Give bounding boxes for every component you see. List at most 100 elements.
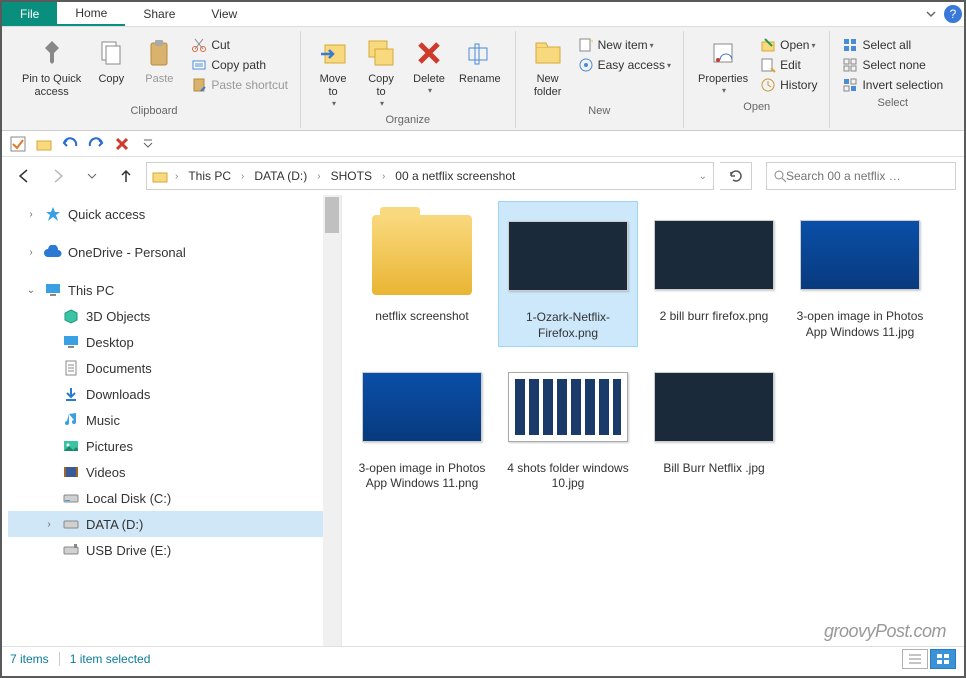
easy-access-button[interactable]: Easy access▾ — [574, 55, 675, 75]
tab-view[interactable]: View — [193, 2, 255, 26]
paste-button[interactable]: Paste — [135, 31, 183, 90]
new-item-icon — [578, 37, 594, 53]
copy-path-icon — [191, 57, 207, 73]
select-all-button[interactable]: Select all — [838, 35, 947, 55]
thumbnail — [503, 206, 633, 306]
delete-button[interactable]: Delete▾ — [405, 31, 453, 99]
file-item[interactable]: 3-open image in Photos App Windows 11.jp… — [790, 201, 930, 346]
qat-undo-icon[interactable] — [60, 134, 80, 154]
invert-selection-button[interactable]: Invert selection — [838, 75, 947, 95]
tree-onedrive[interactable]: ›OneDrive - Personal — [8, 239, 341, 265]
nav-forward-button[interactable] — [44, 162, 72, 190]
file-item[interactable]: 2 bill burr firefox.png — [644, 201, 784, 346]
sidebar-scrollbar[interactable] — [323, 195, 341, 646]
tree-item[interactable]: 3D Objects — [8, 303, 341, 329]
pc-icon — [44, 281, 62, 299]
edit-icon — [760, 57, 776, 73]
file-item[interactable]: 1-Ozark-Netflix-Firefox.png — [498, 201, 638, 346]
tree-item[interactable]: ›DATA (D:) — [8, 511, 341, 537]
new-item-button[interactable]: New item▾ — [574, 35, 675, 55]
tree-item[interactable]: Desktop — [8, 329, 341, 355]
cut-button[interactable]: Cut — [187, 35, 292, 55]
tree-item[interactable]: Pictures — [8, 433, 341, 459]
history-button[interactable]: History — [756, 75, 821, 95]
copy-button[interactable]: Copy — [87, 31, 135, 90]
nav-recent-dropdown[interactable] — [78, 162, 106, 190]
thumbnail — [649, 357, 779, 457]
open-button[interactable]: Open▾ — [756, 35, 821, 55]
file-name-label: 2 bill burr firefox.png — [660, 309, 769, 325]
tree-item-label: Videos — [86, 465, 126, 480]
move-to-button[interactable]: Move to▾ — [309, 31, 357, 112]
select-none-button[interactable]: Select none — [838, 55, 947, 75]
breadcrumb-dropdown-icon[interactable]: ⌄ — [697, 171, 709, 182]
tree-item[interactable]: Local Disk (C:) — [8, 485, 341, 511]
bc-shots[interactable]: SHOTS — [327, 169, 376, 183]
view-details-icon[interactable] — [902, 649, 928, 669]
open-label: Open — [780, 38, 809, 52]
search-box[interactable] — [766, 162, 956, 190]
easy-access-label: Easy access — [598, 58, 665, 72]
tree-item-icon — [62, 437, 80, 455]
copy-to-button[interactable]: Copy to▾ — [357, 31, 405, 112]
tab-home[interactable]: Home — [57, 2, 125, 26]
thumbnail — [357, 357, 487, 457]
tree-item-icon — [62, 489, 80, 507]
files-pane[interactable]: netflix screenshot1-Ozark-Netflix-Firefo… — [342, 195, 964, 646]
qat-checkbox-icon[interactable] — [8, 134, 28, 154]
bc-current[interactable]: 00 a netflix screenshot — [391, 169, 519, 183]
help-icon[interactable]: ? — [942, 2, 964, 26]
invert-selection-icon — [842, 77, 858, 93]
tree-item[interactable]: Videos — [8, 459, 341, 485]
breadcrumb[interactable]: › This PC› DATA (D:)› SHOTS› 00 a netfli… — [146, 162, 714, 190]
thumbnail — [503, 357, 633, 457]
tab-share[interactable]: Share — [125, 2, 193, 26]
star-icon — [44, 205, 62, 223]
file-item[interactable]: Bill Burr Netflix .jpg — [644, 353, 784, 496]
qat-customize-icon[interactable] — [138, 134, 158, 154]
tree-item-icon — [62, 515, 80, 533]
tree-item[interactable]: Music — [8, 407, 341, 433]
refresh-button[interactable] — [720, 162, 752, 190]
qat-delete-icon[interactable] — [112, 134, 132, 154]
paste-icon — [141, 35, 177, 71]
rename-button[interactable]: Rename — [453, 31, 507, 90]
tree-item-label: 3D Objects — [86, 309, 150, 324]
nav-back-button[interactable] — [10, 162, 38, 190]
file-item[interactable]: 3-open image in Photos App Windows 11.pn… — [352, 353, 492, 496]
tab-file[interactable]: File — [2, 2, 57, 26]
pin-to-quick-access-button[interactable]: Pin to Quick access — [16, 31, 87, 103]
tree-item[interactable]: Downloads — [8, 381, 341, 407]
qat-folder-icon[interactable] — [34, 134, 54, 154]
open-icon — [760, 37, 776, 53]
search-input[interactable] — [786, 169, 949, 183]
new-folder-button[interactable]: New folder — [524, 31, 572, 103]
tree-item[interactable]: USB Drive (E:) — [8, 537, 341, 563]
thumbnail — [357, 205, 487, 305]
folder-item[interactable]: netflix screenshot — [352, 201, 492, 346]
tree-item-label: Documents — [86, 361, 152, 376]
nav-up-button[interactable] — [112, 162, 140, 190]
bc-data-d[interactable]: DATA (D:) — [250, 169, 311, 183]
select-all-label: Select all — [862, 38, 911, 52]
folder-icon — [151, 167, 169, 185]
bc-this-pc[interactable]: This PC — [184, 169, 235, 183]
properties-button[interactable]: Properties▾ — [692, 31, 754, 99]
view-large-icons-icon[interactable] — [930, 649, 956, 669]
minimize-ribbon-icon[interactable] — [920, 2, 942, 26]
tree-this-pc[interactable]: ⌄This PC — [8, 277, 341, 303]
tree-item[interactable]: Documents — [8, 355, 341, 381]
tree-item-label: Pictures — [86, 439, 133, 454]
status-count: 7 items — [10, 652, 49, 666]
tree-quick-access[interactable]: ›Quick access — [8, 201, 341, 227]
file-item[interactable]: 4 shots folder windows 10.jpg — [498, 353, 638, 496]
rename-icon — [462, 35, 498, 71]
group-new-label: New — [588, 105, 610, 119]
easy-access-icon — [578, 57, 594, 73]
copy-path-button[interactable]: Copy path — [187, 55, 292, 75]
file-name-label: 3-open image in Photos App Windows 11.jp… — [794, 309, 926, 340]
thumbnail — [649, 205, 779, 305]
edit-button[interactable]: Edit — [756, 55, 821, 75]
qat-redo-icon[interactable] — [86, 134, 106, 154]
paste-shortcut-button[interactable]: Paste shortcut — [187, 75, 292, 95]
